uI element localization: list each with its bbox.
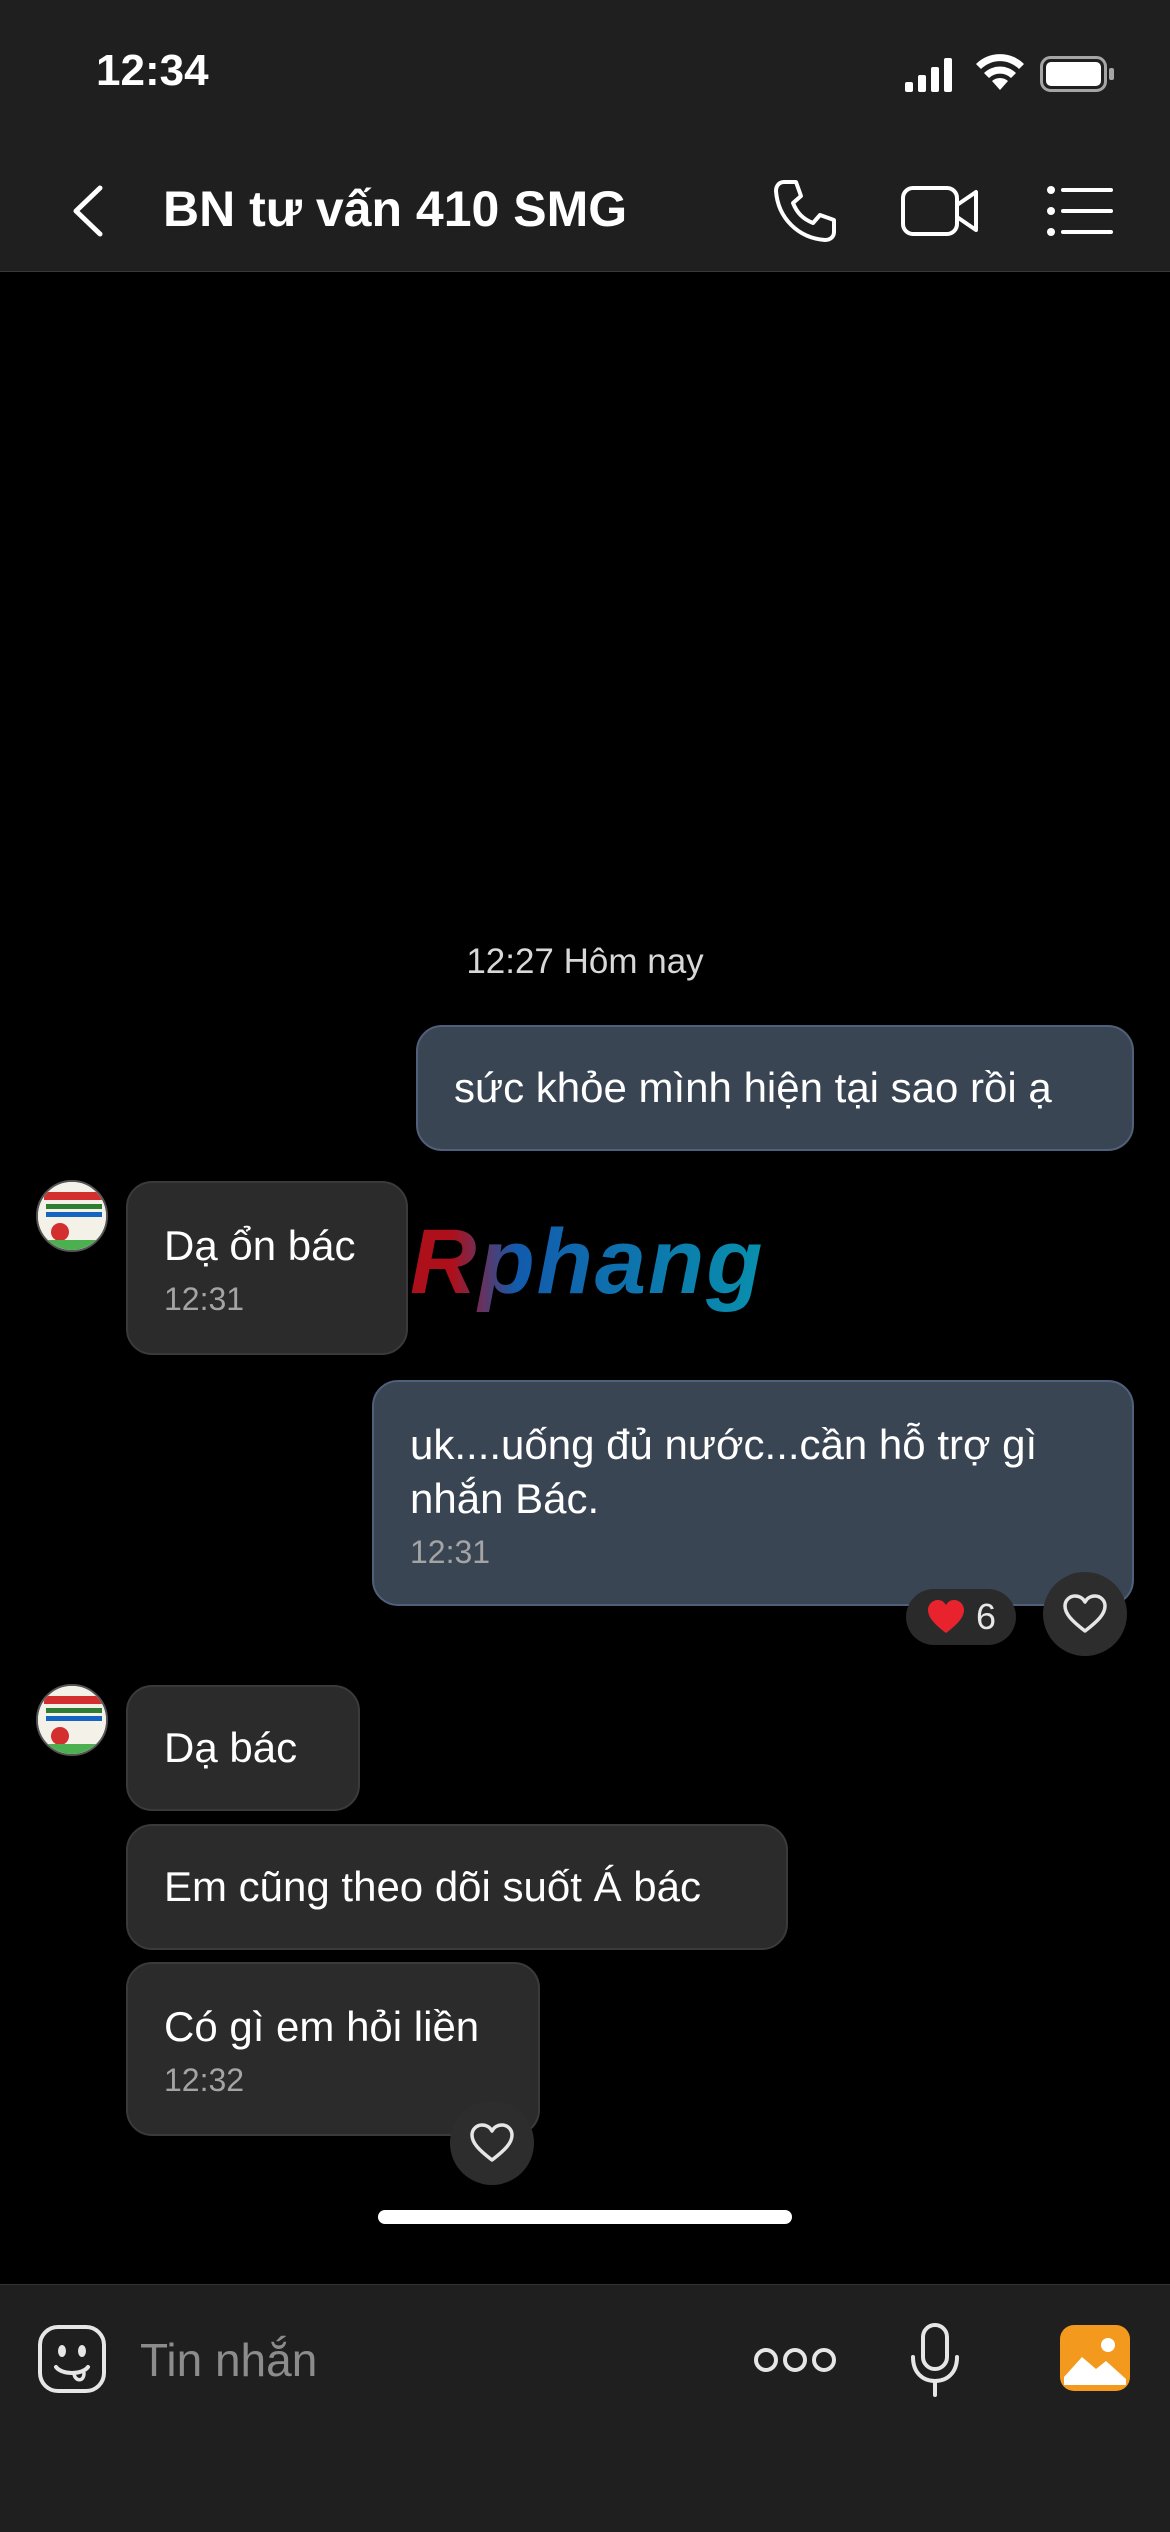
incoming-message[interactable]: Dạ ổn bác 12:31 <box>126 1181 408 1355</box>
sender-avatar[interactable] <box>36 1180 108 1252</box>
chat-title[interactable]: BN tư vấn 410 SMG <box>163 180 627 238</box>
message-text: Có gì em hỏi liền <box>164 2003 480 2050</box>
heart-outline-icon <box>1063 1594 1107 1633</box>
reaction-count: 6 <box>975 1596 997 1637</box>
message-time: 12:31 <box>164 1281 245 1317</box>
message-time: 12:31 <box>410 1534 491 1570</box>
message-text: Dạ ổn bác <box>164 1222 356 1269</box>
message-text: Dạ bác <box>164 1724 298 1771</box>
message-text: Em cũng theo dõi suốt Á bác <box>164 1863 701 1910</box>
reaction-summary[interactable]: 6 <box>906 1589 1016 1645</box>
chat-header: BN tư vấn 410 SMG <box>0 150 1170 272</box>
list-menu-icon[interactable] <box>1045 180 1115 242</box>
sender-avatar[interactable] <box>36 1684 108 1756</box>
back-arrow-icon[interactable] <box>60 178 120 244</box>
wifi-icon <box>976 54 1024 90</box>
message-time: 12:32 <box>164 2062 245 2098</box>
message-composer <box>0 2210 1170 2532</box>
heart-reaction-icon <box>927 1600 964 1633</box>
emoji-sticker-icon[interactable] <box>36 2323 108 2395</box>
video-call-icon[interactable] <box>900 180 980 242</box>
home-indicator <box>378 2210 792 2224</box>
heart-outline-icon <box>470 2123 514 2162</box>
outgoing-message[interactable]: sức khỏe mình hiện tại sao rồi ạ <box>416 1025 1134 1151</box>
phone-call-icon[interactable] <box>770 176 840 246</box>
react-heart-button[interactable] <box>1043 1572 1127 1656</box>
message-text: uk....uống đủ nước...cần hỗ trợ gì nhắn … <box>410 1421 1038 1522</box>
message-text: sức khỏe mình hiện tại sao rồi ạ <box>454 1064 1052 1111</box>
status-bar: 12:34 <box>0 0 1170 150</box>
more-options-icon[interactable] <box>752 2337 838 2383</box>
battery-icon <box>1040 56 1114 92</box>
chat-screen: 12:34 BN tư vấn 410 SMG 12:27 Hôm nay sứ… <box>0 0 1170 2532</box>
status-time: 12:34 <box>96 46 209 95</box>
incoming-message[interactable]: Em cũng theo dõi suốt Á bác <box>126 1824 788 1950</box>
incoming-message[interactable]: Dạ bác <box>126 1685 360 1811</box>
time-divider: 12:27 Hôm nay <box>466 942 704 981</box>
message-input[interactable] <box>140 2325 680 2395</box>
react-heart-button[interactable] <box>450 2101 534 2185</box>
watermark-logo: Rphang <box>410 1211 765 1313</box>
cellular-signal-icon <box>905 58 952 92</box>
microphone-icon[interactable] <box>905 2321 965 2399</box>
image-gallery-icon[interactable] <box>1058 2323 1132 2393</box>
outgoing-message[interactable]: uk....uống đủ nước...cần hỗ trợ gì nhắn … <box>372 1380 1134 1606</box>
